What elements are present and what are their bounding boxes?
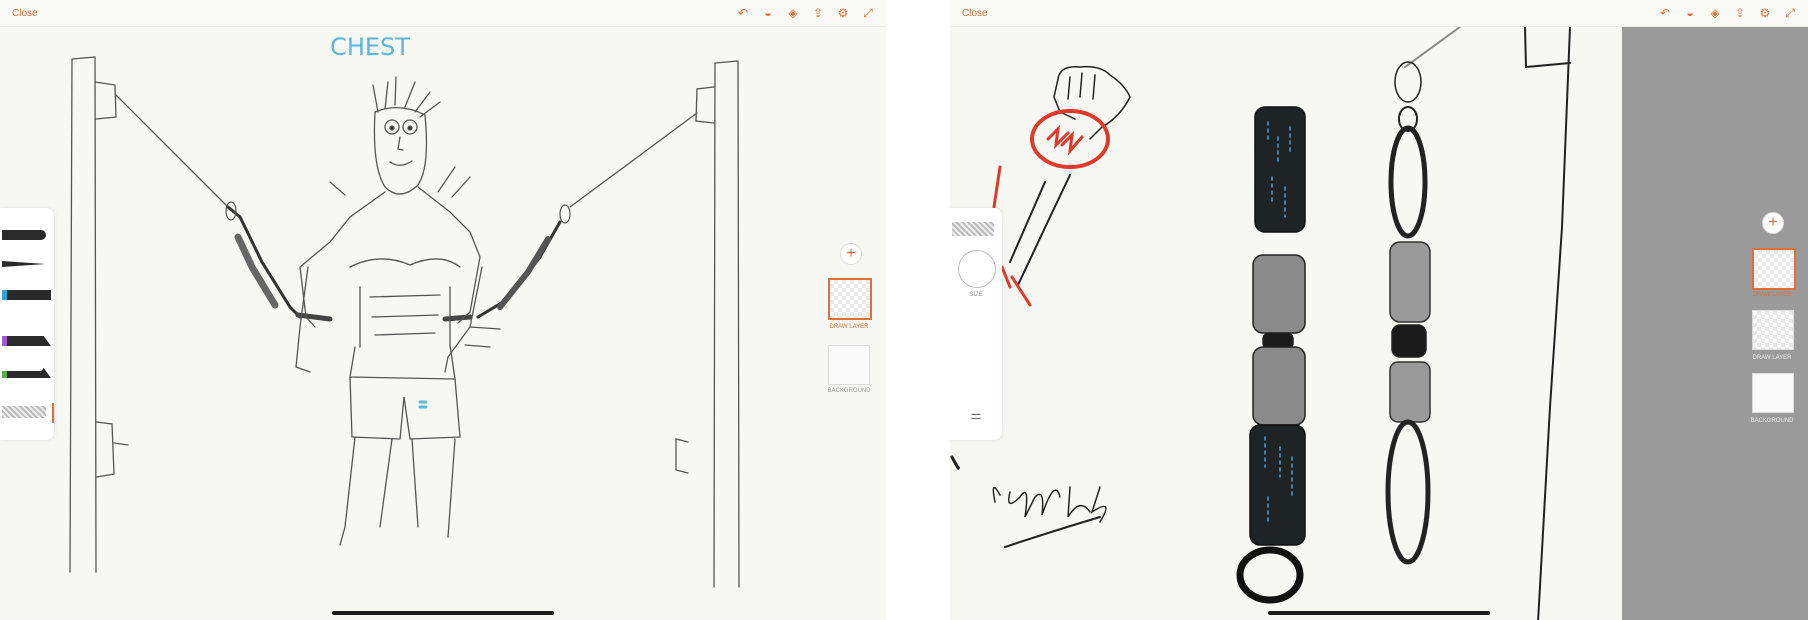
size-panel: SIZE ⚌ (950, 208, 1002, 440)
marker-brush[interactable] (2, 290, 51, 300)
right-drawing-screen: Close ↶ ◒ ◈ ⇪ ⚙ ⤢ SIZE ⚌ + DRAW LAYER DR… (950, 0, 1808, 620)
layer-label-draw: DRAW LAYER (829, 324, 869, 330)
share-icon[interactable]: ⇪ (1732, 5, 1748, 21)
selected-brush-indicator (52, 403, 54, 423)
undo-icon[interactable]: ↶ (1657, 5, 1673, 21)
layer-label-background: BACKGROUND (1750, 418, 1794, 424)
share-icon[interactable]: ⇪ (810, 5, 826, 21)
drawing-canvas[interactable] (950, 27, 1622, 620)
add-layer-button[interactable]: + (1762, 212, 1784, 234)
pencil-brush[interactable] (2, 230, 46, 240)
settings-icon[interactable]: ⚙ (1757, 5, 1773, 21)
toolbar-icons: ↶ ◒ ◈ ⇪ ⚙ ⤢ (735, 5, 876, 21)
close-button[interactable]: Close (962, 8, 988, 19)
home-indicator (332, 611, 554, 615)
ink-brush[interactable] (2, 261, 46, 267)
layer-thumbnail-draw[interactable] (828, 278, 872, 320)
expand-icon[interactable]: ⤢ (860, 5, 876, 21)
top-toolbar: Close ↶ ◒ ◈ ⇪ ⚙ ⤢ (0, 0, 886, 27)
layer-label-background: BACKGROUND (827, 388, 871, 394)
pastel-brush[interactable] (2, 368, 51, 378)
layers-icon[interactable]: ◈ (785, 5, 801, 21)
brush-panel (0, 208, 54, 440)
toolbar-icons: ↶ ◒ ◈ ⇪ ⚙ ⤢ (1657, 5, 1798, 21)
eraser-brush[interactable] (952, 222, 994, 236)
close-button[interactable]: Close (12, 8, 38, 19)
drawing-title: CHEST (330, 33, 410, 61)
layers-icon[interactable]: ◈ (1707, 5, 1723, 21)
brush-settings-icon[interactable]: ◒ (1682, 5, 1698, 21)
layer-thumbnail-background[interactable] (828, 345, 870, 385)
left-drawing-screen: Close ↶ ◒ ◈ ⇪ ⚙ ⤢ CHEST + DRAW LAYER BAC… (0, 0, 886, 620)
top-toolbar: Close ↶ ◒ ◈ ⇪ ⚙ ⤢ (950, 0, 1808, 27)
undo-icon[interactable]: ↶ (735, 5, 751, 21)
drawing-canvas[interactable]: CHEST (0, 27, 886, 620)
expand-icon[interactable]: ⤢ (1782, 5, 1798, 21)
paint-brush[interactable] (2, 336, 51, 346)
sliders-icon[interactable]: ⚌ (968, 408, 984, 422)
layer-label-draw-1: DRAW LAYER (1752, 292, 1792, 298)
eraser-brush[interactable] (2, 406, 46, 418)
layer-thumbnail-background[interactable] (1752, 373, 1794, 413)
size-label: SIZE (969, 292, 983, 298)
layer-thumbnail-draw-2[interactable] (1752, 310, 1794, 350)
settings-icon[interactable]: ⚙ (835, 5, 851, 21)
layer-thumbnail-draw-1[interactable] (1752, 248, 1796, 290)
brush-settings-icon[interactable]: ◒ (760, 5, 776, 21)
home-indicator (1268, 611, 1490, 615)
layer-label-draw-2: DRAW LAYER (1752, 355, 1792, 361)
brush-size-control[interactable] (958, 250, 996, 288)
add-layer-button[interactable]: + (840, 243, 862, 265)
